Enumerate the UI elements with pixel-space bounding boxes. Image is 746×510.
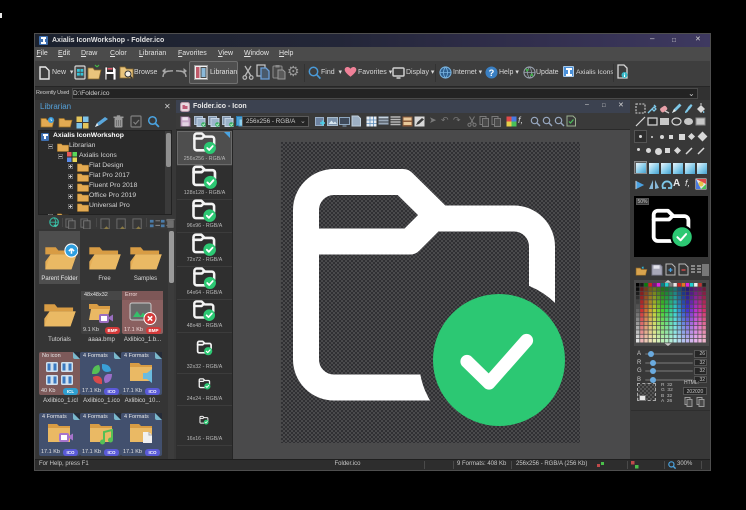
svg-text:?: ? xyxy=(489,68,495,78)
